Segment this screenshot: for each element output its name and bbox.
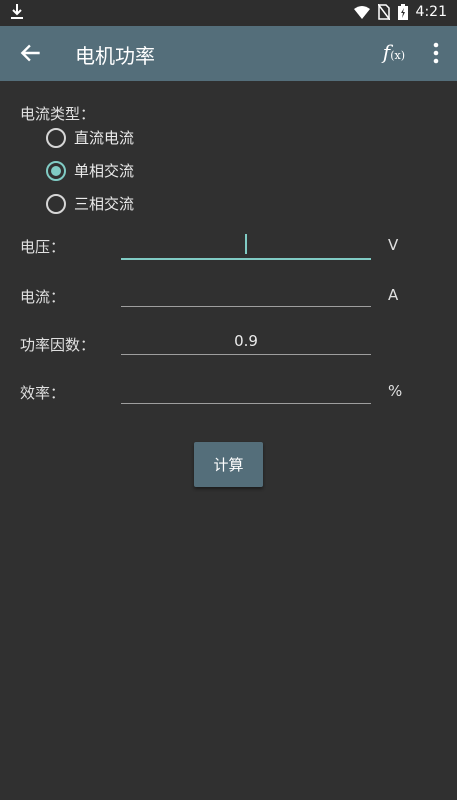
radio-label: 三相交流 <box>74 195 135 213</box>
power-factor-input[interactable]: 0.9 <box>121 330 371 355</box>
current-label: 电流： <box>20 288 66 306</box>
radio-single-phase-ac[interactable]: 单相交流 <box>46 160 134 181</box>
voltage-unit: V <box>388 236 399 254</box>
back-arrow-icon[interactable] <box>18 40 44 66</box>
status-bar: 4:21 <box>0 0 457 26</box>
calculate-button[interactable]: 计算 <box>194 442 263 487</box>
current-unit: A <box>388 286 399 304</box>
status-time: 4:21 <box>415 4 447 20</box>
download-icon <box>11 4 23 19</box>
radio-circle[interactable] <box>46 127 66 148</box>
power-factor-label: 功率因数： <box>20 336 96 354</box>
no-sim-icon <box>377 4 390 20</box>
radio-circle[interactable] <box>46 193 66 214</box>
formula-icon[interactable]: f(x) <box>383 40 405 64</box>
page-title: 电机功率 <box>75 44 155 68</box>
radio-dc[interactable]: 直流电流 <box>46 127 134 148</box>
more-vert-icon[interactable] <box>433 42 439 64</box>
radio-three-phase-ac[interactable]: 三相交流 <box>46 193 134 214</box>
current-type-label: 电流类型： <box>20 105 96 123</box>
formula-sub: (x) <box>390 49 405 62</box>
radio-label: 直流电流 <box>74 129 135 147</box>
efficiency-unit: % <box>388 382 403 400</box>
voltage-label: 电压： <box>20 238 66 256</box>
text-cursor <box>245 234 247 254</box>
efficiency-label: 效率： <box>20 384 66 402</box>
efficiency-input[interactable] <box>121 379 371 404</box>
power-factor-value: 0.9 <box>234 332 258 350</box>
wifi-icon <box>353 6 370 19</box>
battery-icon <box>397 4 408 20</box>
app-bar: 电机功率 f(x) <box>0 26 457 81</box>
voltage-input[interactable] <box>121 234 371 260</box>
current-input[interactable] <box>121 282 371 307</box>
radio-circle-checked[interactable] <box>46 160 66 181</box>
radio-label: 单相交流 <box>74 162 135 180</box>
